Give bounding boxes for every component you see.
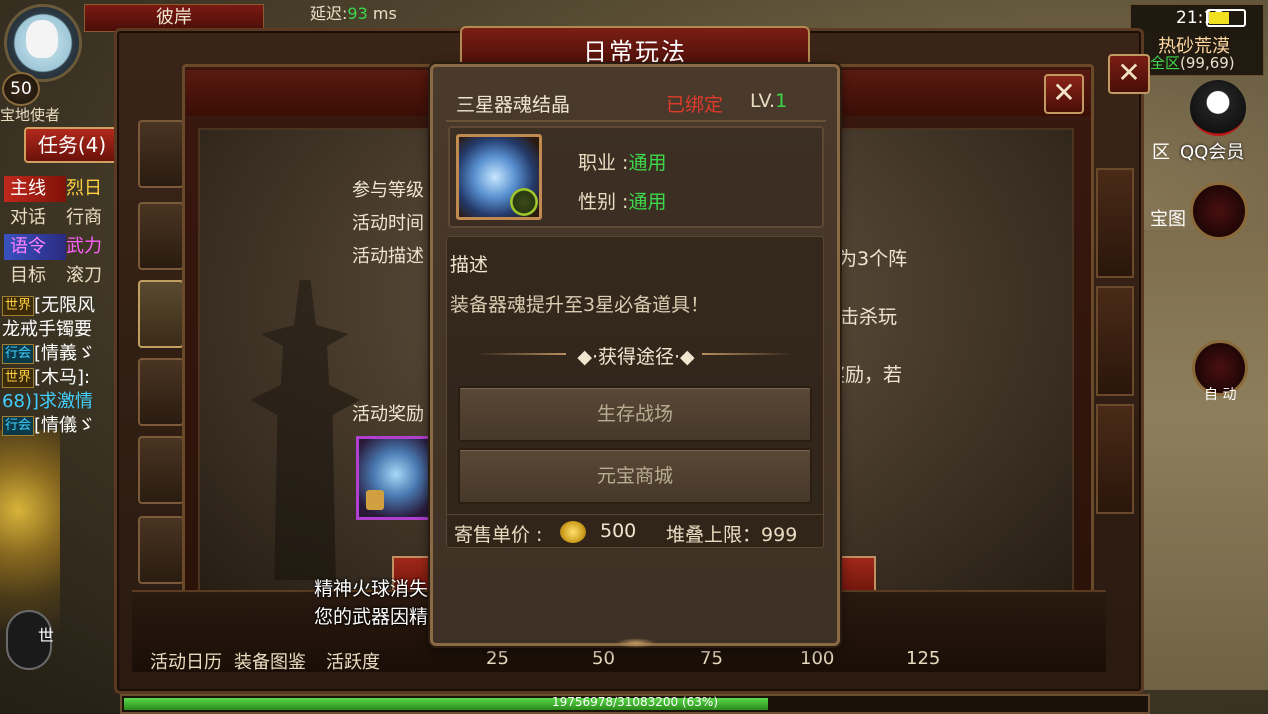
chat-channel-tag: 行会 xyxy=(2,344,35,364)
source-button-shop[interactable]: 元宝商城 xyxy=(458,448,812,504)
chat-channel-tag: 世界 xyxy=(2,368,35,388)
activity-info-line: 参与等级 xyxy=(352,180,424,201)
player-level-badge: 50 xyxy=(2,72,40,106)
bottom-tab-label[interactable]: 活跃度 xyxy=(326,648,380,674)
side-slot[interactable] xyxy=(1096,404,1134,514)
chat-panel[interactable]: 世界 [无限风 龙戒手镯要 行会 [情義ゞ 世界 [木马]: 68)]求激情 行会 [情儀ゞ xyxy=(2,294,120,438)
world-scenery-left xyxy=(0,430,60,630)
item-name: 三星器魂结晶 xyxy=(456,94,571,116)
world-scenery-right xyxy=(1140,230,1268,690)
milestone-value: 100 xyxy=(800,648,835,669)
detail-close-icon[interactable]: ✕ xyxy=(1044,74,1084,114)
chat-line[interactable]: 行会 [情儀ゞ xyxy=(2,414,120,438)
activity-tab-1[interactable] xyxy=(138,120,184,188)
chat-text: [无限风 xyxy=(34,295,96,316)
chat-text: [情儀ゞ xyxy=(34,415,96,436)
quest-row[interactable]: 语令 武力 xyxy=(4,234,116,260)
qq-penguin-icon[interactable] xyxy=(1190,80,1246,136)
activity-tab-4[interactable] xyxy=(138,358,184,426)
quest-text: 滚刀 xyxy=(66,265,102,286)
chat-line[interactable]: 世界 [木马]: xyxy=(2,366,120,390)
item-level: LV.1 xyxy=(750,90,788,112)
qq-member-label[interactable]: QQ会员 xyxy=(1180,138,1244,164)
treasure-map-label[interactable]: 宝图 xyxy=(1150,205,1186,231)
quest-tag: 主线 xyxy=(4,176,66,202)
divider xyxy=(446,120,826,122)
chat-text: [木马]: xyxy=(34,367,91,388)
quest-button[interactable]: 任务(4) xyxy=(24,127,120,163)
activity-tab-3[interactable] xyxy=(138,280,184,348)
milestone-value: 75 xyxy=(700,648,723,669)
description-title: 描述 xyxy=(450,254,489,276)
chat-text: 68)]求激情 xyxy=(2,391,93,412)
exp-text: 19756978/31083200 (63%) xyxy=(551,695,719,709)
bottom-tab-label[interactable]: 活动日历 xyxy=(150,648,222,674)
tooltip-bottom-ornament xyxy=(616,638,656,648)
lock-icon xyxy=(366,490,384,510)
chat-channel-tag: 行会 xyxy=(2,416,35,436)
activity-info-right-line: 为3个阵 xyxy=(838,248,908,270)
profession-attr: 职业 :通用 xyxy=(578,152,667,174)
gender-attr: 性别 :通用 xyxy=(578,191,667,213)
quest-row[interactable]: 目标 滚刀 xyxy=(4,263,116,289)
zone-label: 区 xyxy=(1152,142,1170,163)
bound-status: 已绑定 xyxy=(666,94,724,116)
quest-text: 行商 xyxy=(66,207,102,228)
milestone-value: 50 xyxy=(592,648,615,669)
battery-icon xyxy=(1206,9,1246,27)
activity-side-slots xyxy=(1096,168,1134,514)
stack-limit: 堆叠上限：999 xyxy=(666,524,798,546)
gold-coin-icon xyxy=(560,521,586,543)
chat-line[interactable]: 世界 [无限风 xyxy=(2,294,120,318)
activity-info-line: 活动时间 xyxy=(352,213,424,234)
magnifier-icon[interactable] xyxy=(510,188,538,216)
chat-line[interactable]: 龙戒手镯要 xyxy=(2,318,120,342)
chat-text: [情義ゞ xyxy=(34,343,96,364)
milestone-value: 25 xyxy=(486,648,509,669)
price-label: 寄售单价 : xyxy=(454,524,543,546)
system-message: 精神火球消失 xyxy=(314,578,429,600)
auto-battle-label: 自 动 xyxy=(1204,387,1237,403)
reward-label: 活动奖励 xyxy=(352,404,424,425)
side-slot[interactable] xyxy=(1096,286,1134,396)
price-value: 500 xyxy=(600,520,637,542)
activity-tab-2[interactable] xyxy=(138,202,184,270)
chat-line[interactable]: 68)]求激情 xyxy=(2,390,120,414)
quest-text: 烈日 xyxy=(66,178,102,199)
milestone-value: 125 xyxy=(906,648,941,669)
quest-row[interactable]: 对话 行商 xyxy=(4,205,116,231)
side-slot[interactable] xyxy=(1096,168,1134,278)
quest-text: 武力 xyxy=(66,236,102,257)
treasure-swirl-icon[interactable] xyxy=(1190,182,1248,240)
quest-tag: 目标 xyxy=(10,265,46,286)
activity-info-line: 活动描述 xyxy=(352,246,424,267)
chat-text: 龙戒手镯要 xyxy=(2,319,92,340)
source-title: ◆·获得途径·◆ xyxy=(577,346,695,368)
window-title: 日常玩法 xyxy=(583,38,687,66)
activity-tab-5[interactable] xyxy=(138,436,184,504)
activity-tab-6[interactable] xyxy=(138,516,184,584)
latency-readout: 延迟:93 ms xyxy=(310,4,397,23)
quest-tag: 语令 xyxy=(4,234,66,260)
chat-line[interactable]: 行会 [情義ゞ xyxy=(2,342,120,366)
mic-channel-label: 世 xyxy=(38,626,55,645)
chat-channel-tag: 世界 xyxy=(2,296,35,316)
bottom-tab-label[interactable]: 装备图鉴 xyxy=(234,648,306,674)
source-button-battlefield[interactable]: 生存战场 xyxy=(458,386,812,442)
avatar-portrait-icon xyxy=(26,20,58,58)
quest-top-text: 宝地使者 xyxy=(0,106,61,124)
quest-tag: 对话 xyxy=(10,207,46,228)
map-coords: 全区(99,69) xyxy=(1150,54,1235,72)
quest-row[interactable]: 主线 烈日 xyxy=(4,176,116,202)
activity-tab-list xyxy=(138,120,184,590)
activity-info-right-line: 击杀玩 xyxy=(840,306,898,328)
window-close-icon[interactable]: ✕ xyxy=(1108,54,1150,94)
description-text: 装备器魂提升至3星必备道具！ xyxy=(450,294,710,316)
